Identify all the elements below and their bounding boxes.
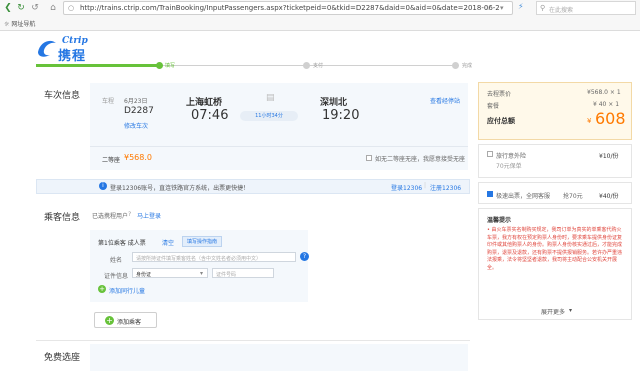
service-value: ¥ 40 × 1: [593, 101, 620, 108]
timetable-link[interactable]: 查看经停站: [430, 96, 460, 105]
history-icon[interactable]: ↺: [30, 3, 40, 13]
chevron-down-icon: ▾: [200, 270, 204, 277]
insurance-option: 旅行意外险 70元保单 ¥10/份: [478, 144, 632, 178]
progress-step-dot: [303, 62, 310, 69]
price-summary: 去程票价 ¥568.0 × 1 套餐 ¥ 40 × 1 应付总额 ¥ 608: [478, 82, 632, 140]
id-type-value: 身份证: [136, 272, 152, 278]
train-date: 6月23日: [124, 98, 148, 105]
id-number-input[interactable]: 证件号码: [212, 268, 274, 278]
ticket-price-label: 去程票价: [487, 91, 512, 98]
plus-icon: +: [105, 316, 114, 325]
guide-button[interactable]: 填写操作指南: [182, 236, 223, 247]
id-number-placeholder: 证件号码: [216, 272, 237, 278]
insurance-name: 旅行意外险: [496, 153, 527, 160]
add-passenger-label: 添加乘客: [117, 319, 142, 326]
progress-bar-done: [36, 64, 159, 67]
package-option: 极速出票，全网客服 抢70元 ¥40/份: [478, 182, 632, 204]
accept-no-seat-label: 如无二等座无座，我愿意接受无座: [375, 156, 466, 163]
ticket-price-value: ¥568.0 × 1: [587, 89, 621, 96]
search-icon: ⚲: [540, 4, 546, 12]
package-name: 极速出票，全网客服: [496, 193, 551, 200]
logo-cn[interactable]: 携程: [58, 45, 86, 64]
insurance-checkbox[interactable]: [487, 151, 493, 157]
tips-panel: 温馨提示 • 由火车票实名制购买规定，我司订单为真实的单乘客代购火车票，我方有权…: [478, 208, 632, 320]
divider: [36, 340, 470, 341]
divider: |: [424, 182, 427, 189]
clear-link[interactable]: 清空: [162, 238, 174, 247]
add-child-icon[interactable]: +: [98, 285, 106, 293]
insurance-price: ¥10/份: [599, 153, 619, 160]
page-icon: ○: [68, 4, 75, 12]
register-12306-link[interactable]: 注册12306: [430, 183, 461, 192]
package-price: ¥40/份: [599, 193, 619, 200]
globe-icon: ☼: [4, 21, 10, 28]
passenger-row-label: 第1位乘客 成人票: [98, 240, 146, 247]
lightning-icon[interactable]: ⚡: [518, 2, 524, 11]
tips-text: • 由火车票实名制购买规定，我司订单为真实的单乘客代购火车票，我方有权在预定购票…: [487, 227, 623, 271]
progress-step-dot: [452, 62, 459, 69]
favorites-label: 网址导航: [11, 21, 36, 28]
chevron-down-icon[interactable]: ▾: [569, 307, 572, 314]
package-desc: 抢70元: [563, 193, 583, 200]
seat-type: 二等座: [102, 157, 121, 164]
name-placeholder: 请按所持证件填写乘客姓名（含中文姓名者必须用中文）: [136, 256, 262, 262]
seat-price: ¥568.0: [124, 153, 152, 162]
section-title-free-seat: 免费选座: [44, 353, 81, 363]
total-label: 应付总额: [487, 117, 515, 125]
search-input[interactable]: ⚲ 在此搜索: [536, 1, 636, 15]
help-icon: ?: [128, 211, 132, 218]
info-icon: i: [99, 182, 107, 190]
accept-no-seat-checkbox[interactable]: [366, 155, 372, 161]
route-label: 车程: [102, 98, 115, 105]
help-icon[interactable]: ?: [300, 252, 309, 261]
train-number: D2287: [124, 106, 154, 116]
progress-step-pay: 支付: [313, 63, 324, 69]
favorites-bar-item[interactable]: ☼ 网址导航: [4, 19, 35, 28]
ctrip-dolphin-icon: [38, 40, 56, 57]
chevron-down-icon[interactable]: ▾: [500, 4, 504, 12]
section-title-passenger: 乘客信息: [44, 213, 81, 223]
depart-time: 07:46: [191, 108, 229, 123]
duration-badge: 11小时34分: [240, 111, 298, 121]
progress-step-fill: 填写: [165, 63, 176, 69]
progress-step-done: 完成: [462, 63, 473, 69]
name-input[interactable]: 请按所持证件填写乘客姓名（含中文姓名者必须用中文）: [132, 252, 296, 262]
login-12306-link[interactable]: 登录12306: [391, 183, 422, 192]
arrive-time: 19:20: [322, 108, 360, 123]
address-bar[interactable]: ○ http://trains.ctrip.com/TrainBooking/I…: [63, 1, 513, 15]
passenger-form: 第1位乘客 成人票 清空 填写操作指南 姓名 请按所持证件填写乘客姓名（含中文姓…: [90, 230, 309, 302]
login-notice: i 登录12306账号，直连铁路官方系统，出票更快捷！ 登录12306 | 注册…: [36, 179, 470, 194]
add-passenger-button[interactable]: + 添加乘客: [94, 312, 157, 328]
currency-symbol: ¥: [587, 117, 592, 125]
selected-users-label: 已选携程用户: [92, 213, 129, 220]
refresh-icon[interactable]: ↻: [16, 3, 26, 13]
insurance-desc: 70元保单: [496, 163, 522, 170]
id-type-select[interactable]: 身份证 ▾: [132, 268, 208, 278]
to-station: 深圳北: [320, 98, 348, 108]
from-station: 上海虹桥: [186, 98, 223, 108]
progress-step-dot: [156, 62, 163, 69]
seat-row: 二等座 ¥568.0 如无二等座无座，我愿意接受无座: [90, 146, 468, 170]
change-train-link[interactable]: 修改车次: [124, 121, 148, 130]
browser-toolbar: ❮ ↻ ↺ ⌂ ○ http://trains.ctrip.com/TrainB…: [0, 0, 640, 31]
back-icon[interactable]: ❮: [3, 3, 13, 13]
free-seat-panel: [90, 344, 468, 371]
id-label: 证件信息: [104, 273, 129, 280]
star-icon[interactable]: ☆: [484, 4, 490, 12]
service-label: 套餐: [487, 103, 500, 110]
url-text: http://trains.ctrip.com/TrainBooking/Inp…: [80, 4, 500, 12]
expand-more-link[interactable]: 展开更多: [541, 307, 565, 316]
search-placeholder: 在此搜索: [549, 7, 574, 14]
train-card: 车程 6月23日 D2287 修改车次 上海虹桥 07:46 ▤ 11小时34分…: [90, 83, 468, 146]
home-icon[interactable]: ⌂: [48, 3, 58, 13]
package-checkbox[interactable]: [487, 191, 493, 197]
notice-text: 登录12306账号，直连铁路官方系统，出票更快捷！: [110, 185, 250, 192]
total-value: 608: [595, 109, 626, 128]
name-label: 姓名: [110, 257, 123, 264]
train-icon: ▤: [266, 93, 275, 103]
section-title-train: 车次信息: [44, 91, 81, 101]
login-now-link[interactable]: 马上登录: [137, 211, 161, 220]
add-child-link[interactable]: 添加同行儿童: [109, 286, 145, 295]
tips-title: 温馨提示: [487, 217, 512, 224]
